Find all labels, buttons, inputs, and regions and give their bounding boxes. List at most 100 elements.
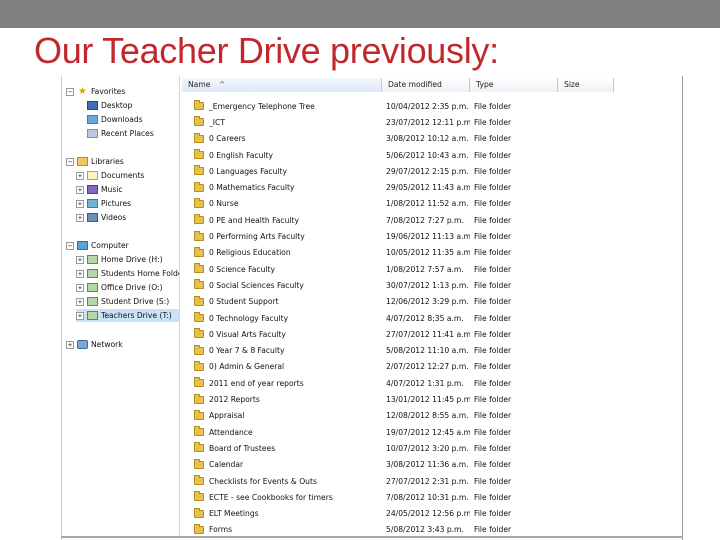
collapse-icon[interactable]: − [66,241,74,250]
file-name: Checklists for Events & Outs [209,476,317,486]
file-type: File folder [474,264,512,274]
file-date-modified: 30/07/2012 1:13 p.m. [386,280,469,290]
expand-icon[interactable]: + [76,255,84,264]
file-date-modified: 12/08/2012 8:55 a.m. [386,411,469,421]
file-row[interactable]: _Emergency Telephone Tree 10/04/2012 2:35… [182,98,680,114]
nav-item-desktop[interactable]: Desktop [76,99,179,112]
file-row[interactable]: 0 Social Sciences Faculty 30/07/2012 1:13… [182,277,680,293]
nav-item-libraries[interactable]: − Libraries [66,155,179,168]
file-row[interactable]: 0 Mathematics Faculty 29/05/2012 11:43 a.… [182,180,680,196]
nav-item-recent-places[interactable]: Recent Places [76,127,179,140]
file-list-pane: Name ^ Date modified Type Size _Emergenc… [182,76,680,540]
recent-places-icon [87,129,98,138]
expand-icon[interactable]: + [66,340,74,349]
file-row[interactable]: Checklists for Events & Outs 27/07/2012 2… [182,473,680,489]
column-header-date-modified[interactable]: Date modified [382,78,470,92]
nav-item-home-drive-h[interactable]: + Home Drive (H:) [76,253,179,266]
expand-icon[interactable]: + [76,213,84,222]
file-date-modified: 2/07/2012 12:27 p.m. [386,362,469,372]
file-row[interactable]: 0 Religious Education 10/05/2012 11:35 a.… [182,245,680,261]
column-header-size[interactable]: Size [558,78,614,92]
file-row[interactable]: ECTE - see Cookbooks for timers 7/08/2012… [182,489,680,505]
file-row[interactable]: 2011 end of year reports 4/07/2012 1:31 p… [182,375,680,391]
nav-item-student-drive-s[interactable]: + Student Drive (S:) [76,295,179,308]
file-row[interactable]: 2012 Reports 13/01/2012 11:45 p.m. File fo… [182,391,680,407]
file-row[interactable]: 0 Performing Arts Faculty 19/06/2012 11:1… [182,228,680,244]
nav-item-favorites[interactable]: − ★ Favorites [66,85,179,98]
file-row[interactable]: 0 Technology Faculty 4/07/2012 8:35 a.m. F… [182,310,680,326]
file-date-modified: 1/08/2012 11:52 a.m. [386,199,469,209]
collapse-icon[interactable]: − [66,87,74,96]
nav-item-label: Students Home Folder [101,269,180,278]
nav-item-label: Office Drive (O:) [101,283,163,292]
file-date-modified: 29/07/2012 2:15 p.m. [386,166,469,176]
file-row[interactable]: 0 Year 7 & 8 Faculty 5/08/2012 11:10 a.m.… [182,343,680,359]
expand-icon[interactable]: + [76,297,84,306]
file-date-modified: 3/08/2012 10:12 a.m. [386,134,469,144]
nav-item-label: Teachers Drive (T:) [101,311,172,320]
file-row[interactable]: _ICT 23/07/2012 12:11 p.m. File folder [182,114,680,130]
file-row[interactable]: 0 English Faculty 5/06/2012 10:43 a.m. Fil… [182,147,680,163]
file-date-modified: 1/08/2012 7:57 a.m. [386,264,464,274]
file-row[interactable]: Calendar 3/08/2012 11:36 a.m. File folder [182,457,680,473]
folder-icon [194,100,204,111]
nav-item-downloads[interactable]: Downloads [76,113,179,126]
file-name: 0 Social Sciences Faculty [209,280,304,290]
expand-icon[interactable]: + [76,283,84,292]
file-date-modified: 7/08/2012 7:27 p.m. [386,215,464,225]
documents-library-icon [87,171,98,180]
videos-library-icon [87,213,98,222]
file-row[interactable]: 0 Science Faculty 1/08/2012 7:57 a.m. File… [182,261,680,277]
file-name: ELT Meetings [209,509,259,519]
file-row[interactable]: 0 Student Support 12/06/2012 3:29 p.m. Fil… [182,294,680,310]
file-date-modified: 5/06/2012 10:43 a.m. [386,150,469,160]
file-type: File folder [474,297,512,307]
file-row[interactable]: 0 Nurse 1/08/2012 11:52 a.m. File folder [182,196,680,212]
column-header-type[interactable]: Type [470,78,558,92]
nav-item-pictures[interactable]: + Pictures [76,197,179,210]
music-library-icon [87,185,98,194]
expand-icon[interactable]: + [76,199,84,208]
file-row[interactable]: Board of Trustees 10/07/2012 3:20 p.m. Fil… [182,440,680,456]
file-row[interactable]: Attendance 19/07/2012 12:45 a.m. File fold… [182,424,680,440]
file-row[interactable]: 0) Admin & General 2/07/2012 12:27 p.m. Fi… [182,359,680,375]
file-type: File folder [474,101,512,111]
file-name: 0 Religious Education [209,248,291,258]
file-name: Attendance [209,427,253,437]
expand-icon[interactable]: + [76,171,84,180]
column-header-name[interactable]: Name ^ [182,78,382,92]
file-row[interactable]: Appraisal 12/08/2012 8:55 a.m. File folder [182,408,680,424]
nav-item-students-home-folder[interactable]: + Students Home Folder [76,267,180,280]
folder-icon [194,263,204,274]
downloads-icon [87,115,98,124]
nav-item-network[interactable]: + Network [66,338,179,351]
expand-icon[interactable]: + [76,269,84,278]
file-row[interactable]: ELT Meetings 24/05/2012 12:56 p.m. File fo… [182,506,680,522]
file-row[interactable]: 0 Languages Faculty 29/07/2012 2:15 p.m. F… [182,163,680,179]
file-row[interactable]: 0 PE and Health Faculty 7/08/2012 7:27 p.… [182,212,680,228]
nav-item-documents[interactable]: + Documents [76,169,179,182]
nav-item-office-drive-o[interactable]: + Office Drive (O:) [76,281,179,294]
navigation-pane: − ★ Favorites Desktop Downloads Recent Places… [62,76,180,536]
expand-icon[interactable]: + [76,311,84,320]
folder-icon [194,181,204,192]
file-date-modified: 5/08/2012 11:10 a.m. [386,346,469,356]
file-date-modified: 4/07/2012 1:31 p.m. [386,378,464,388]
nav-item-label: Music [101,185,123,194]
nav-item-computer[interactable]: − Computer [66,239,179,252]
network-drive-icon [87,283,98,292]
nav-item-label: Desktop [101,101,133,110]
desktop-icon [87,101,98,110]
nav-item-videos[interactable]: + Videos [76,211,179,224]
file-row[interactable]: 0 Careers 3/08/2012 10:12 a.m. File folder [182,131,680,147]
expand-icon[interactable]: + [76,185,84,194]
folder-icon [194,393,204,404]
collapse-icon[interactable]: − [66,157,74,166]
file-name: ECTE - see Cookbooks for timers [209,492,333,502]
nav-item-teachers-drive-t[interactable]: + Teachers Drive (T:) [76,309,179,322]
file-date-modified: 29/05/2012 11:43 a.m. [386,183,470,193]
nav-item-music[interactable]: + Music [76,183,179,196]
file-row[interactable]: 0 Visual Arts Faculty 27/07/2012 11:41 a.… [182,326,680,342]
file-type: File folder [474,395,512,405]
